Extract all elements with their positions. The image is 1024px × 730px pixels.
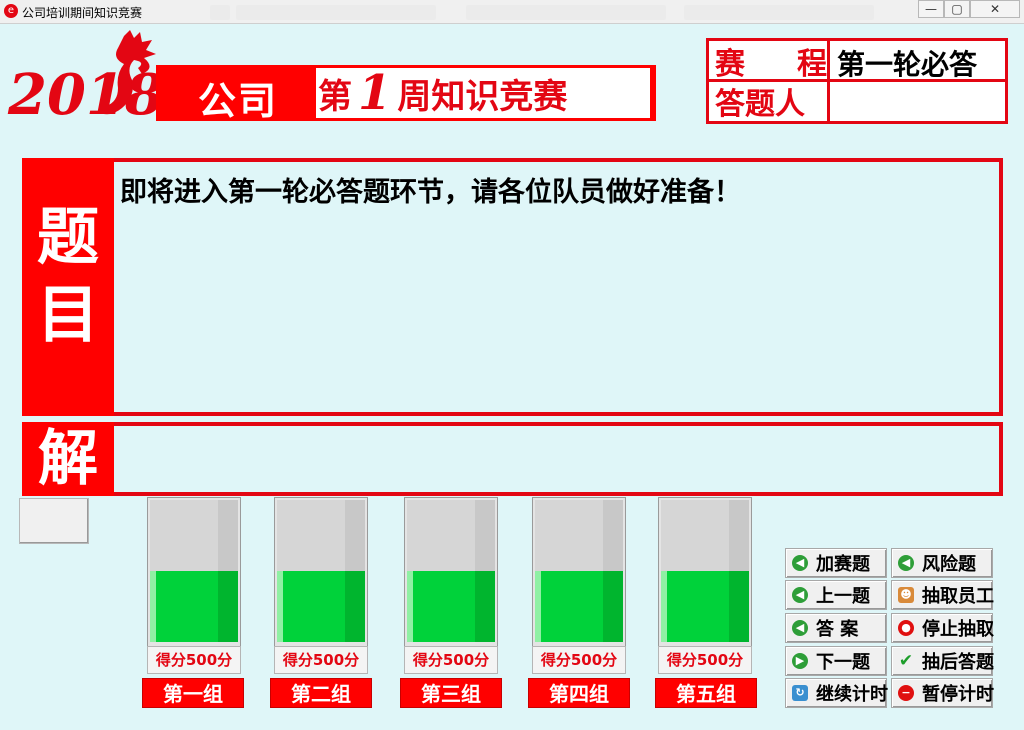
team-5-score: 得分500分 [658,646,752,674]
green-left-arrow-icon: ◀ [792,555,808,571]
team-5-score-fill [661,571,749,642]
maximize-button[interactable]: ▢ [944,0,970,18]
answerer-label: 答题人 [715,87,805,122]
green-left-arrow-icon: ◀ [898,555,914,571]
team-2-score-gauge [274,497,368,647]
week-prefix: 第 [318,76,352,117]
team-2-score-fill [277,571,365,642]
background-tab [236,5,436,20]
stage-value: 第一轮必答 [837,48,978,81]
team-4-score: 得分500分 [532,646,626,674]
question-side-label: 题 目 [36,200,99,351]
team-2-label: 第二组 [270,678,372,708]
team-4-label: 第四组 [528,678,630,708]
team-3-score-gauge [404,497,498,647]
team-1-label: 第一组 [142,678,244,708]
green-left-arrow-icon: ◀ [792,620,808,636]
answerer-value [837,85,997,117]
next-question-button[interactable]: ▶ 下一题 [785,646,887,676]
match-info-table: 赛程 第一轮必答 答题人 [706,38,1008,124]
team-3-label: 第三组 [400,678,502,708]
answer-side-label: 解 [38,424,98,494]
check-icon: ✔ [898,651,914,671]
team-2-score: 得分500分 [274,646,368,674]
risk-question-button[interactable]: ◀ 风险题 [891,548,993,578]
team-4-score-fill [535,571,623,642]
draw-employee-button[interactable]: ☻ 抽取员工 [891,580,994,610]
team-1-score-fill [150,571,238,642]
green-left-arrow-icon: ◀ [792,587,808,603]
answer-button[interactable]: ◀ 答 案 [785,613,887,643]
team-4-score-gauge [532,497,626,647]
stage-label: 赛程 [715,47,827,82]
prev-question-button[interactable]: ◀ 上一题 [785,580,887,610]
answer-after-draw-button[interactable]: ✔ 抽后答题 [891,646,994,676]
refresh-icon: ↻ [792,685,808,701]
close-button[interactable]: ✕ [970,0,1020,18]
company-name: 公司 [198,78,279,123]
minimize-button[interactable]: — [918,0,944,18]
answer-text [120,432,990,488]
stop-draw-button[interactable]: ● 停止抽取 [891,613,994,643]
team-3-score: 得分500分 [404,646,498,674]
logo-2018-rooster: 2018 [6,28,164,128]
question-text: 即将进入第一轮必答题环节，请各位队员做好准备！ [120,177,741,208]
red-stop-icon: ● [898,620,914,636]
red-minus-icon: − [898,685,914,701]
team-1-score: 得分500分 [147,646,241,674]
app-icon: e [4,4,18,18]
blank-button[interactable] [19,498,89,544]
week-suffix: 周知识竞赛 [397,76,568,117]
background-tab [466,5,666,20]
background-tab [684,5,874,20]
team-5-label: 第五组 [655,678,757,708]
person-icon: ☻ [898,587,914,603]
background-tab-icon [210,5,230,20]
team-3-score-fill [407,571,495,642]
extra-question-button[interactable]: ◀ 加赛题 [785,548,887,578]
svg-text:2018: 2018 [7,62,156,124]
team-1-score-gauge [147,497,241,647]
competition-title: 第 1 周知识竞赛 [318,65,652,121]
team-5-score-gauge [658,497,752,647]
window-title: 公司培训期间知识竞赛 [22,6,143,20]
green-right-arrow-icon: ▶ [792,653,808,669]
pause-timer-button[interactable]: − 暂停计时 [891,678,994,708]
resume-timer-button[interactable]: ↻ 继续计时 [785,678,888,708]
week-number: 1 [358,65,392,121]
